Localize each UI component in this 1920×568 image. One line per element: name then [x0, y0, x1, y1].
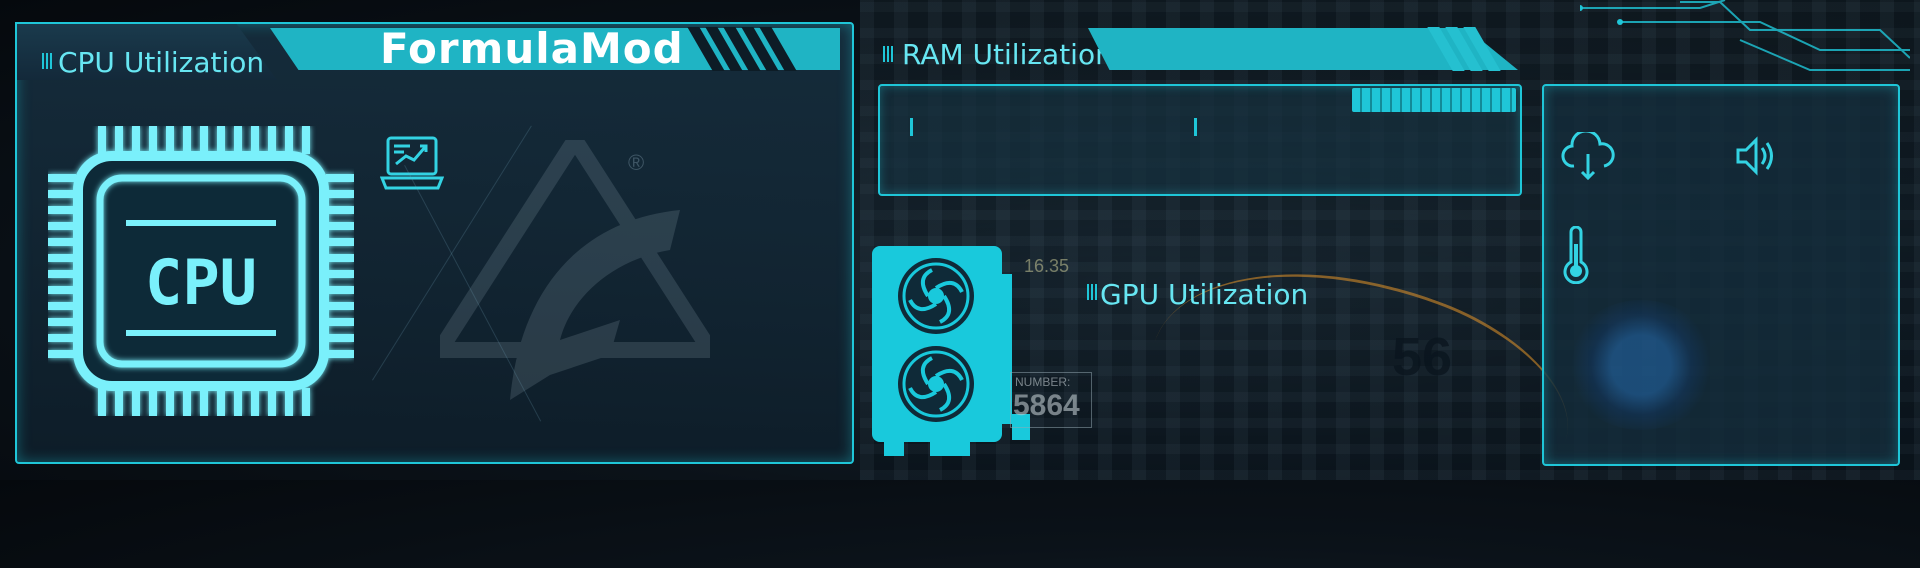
cloud-download-icon[interactable]: [1560, 132, 1616, 180]
background-number: 56: [1392, 327, 1453, 387]
gpu-card-icon: [872, 246, 1030, 456]
brand-stripes: [687, 27, 797, 71]
cpu-title-marker: [42, 53, 52, 69]
number-tag: NUMBER: 5864: [1010, 372, 1092, 428]
thermometer-icon: [1563, 226, 1589, 284]
ram-marker-left: [910, 118, 913, 136]
cpu-chip-icon: CPU: [48, 126, 354, 416]
ram-marker-mid: [1194, 118, 1197, 136]
circuit-lines-decor: [1580, 0, 1910, 71]
number-tag-value: 5864: [1013, 389, 1080, 422]
laptop-chart-icon: [380, 136, 444, 190]
number-tag-label: NUMBER:: [1015, 375, 1071, 389]
formulamod-logo-watermark: [440, 140, 710, 400]
ram-utilization-title: RAM Utilization: [902, 38, 1113, 71]
registered-mark: ®: [628, 150, 645, 175]
ram-stripes: [1427, 27, 1501, 71]
cpu-chip-label: CPU: [145, 246, 257, 319]
cpu-utilization-title: CPU Utilization: [58, 46, 265, 79]
gpu-top-value: 16.35: [1024, 256, 1070, 276]
globe-icon: [1566, 300, 1716, 430]
ram-title-marker: [883, 46, 893, 62]
gpu-utilization-title: GPU Utilization: [1100, 278, 1309, 311]
ram-module-icon: [1352, 88, 1516, 112]
speaker-icon[interactable]: [1734, 136, 1780, 176]
gpu-title-marker: [1087, 284, 1097, 300]
brand-name: FormulaMod: [380, 24, 684, 73]
